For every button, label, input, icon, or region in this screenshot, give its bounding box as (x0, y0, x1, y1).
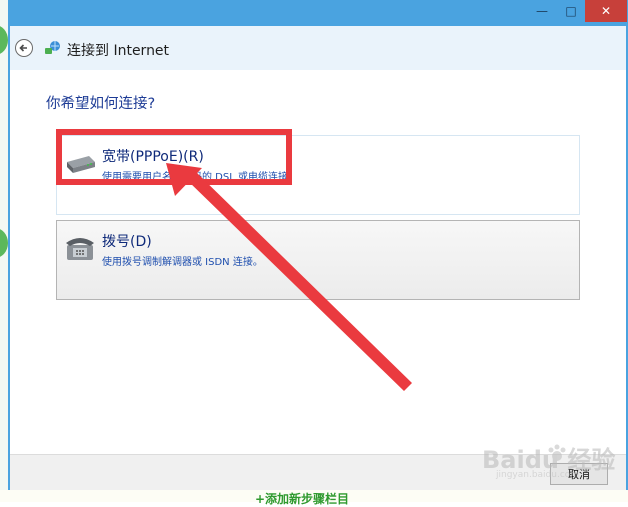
watermark-url: jingyan.baidu.com (496, 470, 580, 480)
watermark: Baidu 经验 jingyan.baidu.com (482, 436, 622, 486)
annotation-arrow (166, 163, 412, 391)
